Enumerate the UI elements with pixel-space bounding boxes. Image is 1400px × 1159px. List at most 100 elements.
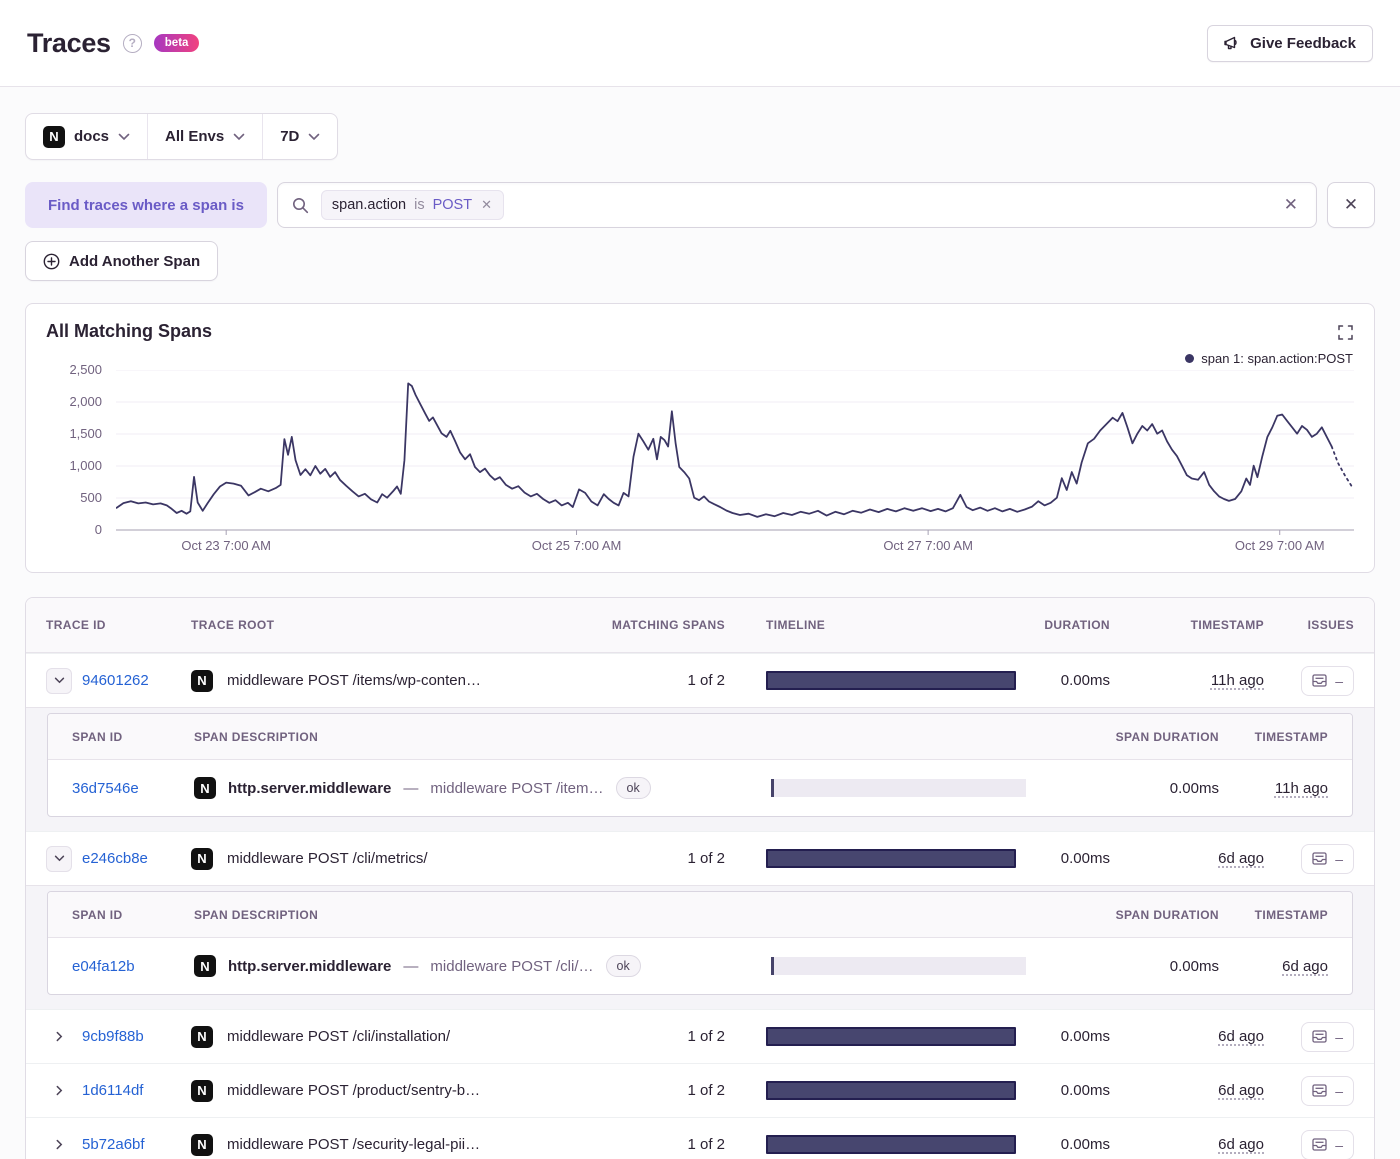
chevron-right-icon	[56, 1031, 62, 1042]
span-subtable-header: SPAN ID SPAN DESCRIPTION SPAN DURATION T…	[48, 892, 1352, 938]
span-timestamp[interactable]: 11h ago	[1275, 780, 1328, 797]
trace-timestamp[interactable]: 6d ago	[1218, 850, 1264, 867]
page-title: Traces	[27, 27, 111, 58]
chart-legend[interactable]: span 1: span.action:POST	[1185, 351, 1353, 366]
span-desc-separator: —	[403, 957, 419, 975]
issues-count-dash: –	[1335, 1136, 1343, 1153]
span-status-badge: ok	[605, 955, 641, 977]
col-trace-root: TRACE ROOT	[191, 618, 275, 632]
y-axis-label: 2,000	[69, 394, 102, 409]
filter-chip-value: POST	[432, 197, 473, 213]
issue-tray-icon	[1312, 674, 1327, 687]
col-span-duration: SPAN DURATION	[1115, 729, 1219, 744]
trace-root-text: middleware POST /product/sentry-b…	[227, 1082, 481, 1099]
filter-chip-operator: is	[414, 197, 425, 213]
issues-button[interactable]: –	[1301, 665, 1354, 696]
trace-timeline-bar[interactable]	[766, 671, 1016, 690]
trace-duration: 0.00ms	[1060, 1028, 1110, 1045]
help-icon[interactable]: ?	[122, 33, 142, 53]
span-subtable: SPAN ID SPAN DESCRIPTION SPAN DURATION T…	[47, 713, 1353, 817]
issues-button[interactable]: –	[1301, 1075, 1354, 1106]
span-timestamp[interactable]: 6d ago	[1282, 958, 1328, 975]
collapse-row-button[interactable]	[46, 845, 72, 872]
trace-timeline-bar[interactable]	[766, 1027, 1016, 1046]
nextjs-project-icon: N	[194, 955, 216, 977]
collapse-row-button[interactable]	[46, 667, 72, 694]
issues-count-dash: –	[1335, 850, 1343, 867]
add-another-span-button[interactable]: Add Another Span	[25, 241, 219, 281]
issues-button[interactable]: –	[1301, 843, 1354, 874]
traces-table: TRACE ID TRACE ROOT MATCHING SPANS TIMEL…	[25, 597, 1375, 1159]
trace-timestamp[interactable]: 6d ago	[1218, 1028, 1264, 1045]
expand-row-button[interactable]	[46, 1078, 72, 1104]
trace-timestamp[interactable]: 6d ago	[1218, 1136, 1264, 1153]
span-row: e04fa12b N http.server.middleware — midd…	[48, 938, 1352, 994]
chart-y-axis: 0 500 1,000 1,500 2,000 2,500	[46, 362, 102, 537]
span-row: 36d7546e N http.server.middleware — midd…	[48, 760, 1352, 816]
trace-timeline-bar[interactable]	[766, 1081, 1016, 1100]
span-subtable-header: SPAN ID SPAN DESCRIPTION SPAN DURATION T…	[48, 714, 1352, 760]
clear-search-icon[interactable]: ✕	[1280, 191, 1302, 219]
span-op: http.server.middleware	[228, 779, 392, 797]
spans-chart: 0 500 1,000 1,500 2,000 2,500 Oct 23 7:00 AM O…	[46, 362, 1354, 553]
chevron-down-icon	[118, 133, 130, 141]
col-duration: DURATION	[1044, 618, 1110, 632]
matching-spans-count: 1 of 2	[687, 672, 725, 689]
span-duration: 0.00ms	[1169, 779, 1219, 797]
matching-spans-count: 1 of 2	[687, 850, 725, 867]
trace-id-link[interactable]: 5b72a6bf	[82, 1136, 145, 1153]
project-selector[interactable]: N docs	[26, 114, 147, 159]
date-range-selector-label: 7D	[280, 128, 300, 145]
date-range-selector[interactable]: 7D	[262, 114, 337, 159]
issues-button[interactable]: –	[1301, 1021, 1354, 1052]
col-matching-spans: MATCHING SPANS	[611, 618, 725, 632]
y-axis-label: 1,500	[69, 426, 102, 441]
col-trace-id: TRACE ID	[46, 618, 106, 632]
expand-row-button[interactable]	[46, 1024, 72, 1050]
give-feedback-button[interactable]: Give Feedback	[1207, 24, 1373, 62]
trace-timeline-bar[interactable]	[766, 1135, 1016, 1154]
chevron-down-icon	[233, 133, 245, 141]
environment-selector[interactable]: All Envs	[147, 114, 262, 159]
span-id-link[interactable]: 36d7546e	[72, 780, 139, 797]
col-span-id: SPAN ID	[72, 729, 123, 744]
expand-row-button[interactable]	[46, 1132, 72, 1158]
trace-duration: 0.00ms	[1060, 1136, 1110, 1153]
trace-timestamp[interactable]: 6d ago	[1218, 1082, 1264, 1099]
expanded-span-zone: SPAN ID SPAN DESCRIPTION SPAN DURATION T…	[26, 885, 1374, 1009]
trace-id-link[interactable]: 1d6114df	[82, 1082, 143, 1099]
remove-filter-icon[interactable]: ✕	[480, 197, 493, 213]
table-row: 9cb9f88b N middleware POST /cli/installa…	[26, 1009, 1374, 1063]
x-axis-label: Oct 27 7:00 AM	[883, 538, 973, 553]
col-span-duration: SPAN DURATION	[1115, 907, 1219, 922]
span-timeline-tick	[771, 779, 774, 797]
span-search-input[interactable]: span.action is POST ✕ ✕	[276, 182, 1317, 228]
span-description: middleware POST /cli/…	[430, 957, 594, 975]
y-axis-label: 0	[94, 522, 102, 537]
nextjs-project-icon: N	[43, 125, 65, 148]
issues-button[interactable]: –	[1301, 1129, 1354, 1159]
span-id-link[interactable]: e04fa12b	[72, 958, 135, 975]
megaphone-icon	[1224, 35, 1241, 51]
all-matching-spans-panel: All Matching Spans span 1: span.action:P…	[25, 303, 1375, 573]
nextjs-project-icon: N	[191, 1133, 213, 1156]
trace-timeline-bar[interactable]	[766, 849, 1016, 868]
fullscreen-icon[interactable]	[1338, 325, 1353, 340]
matching-spans-count: 1 of 2	[687, 1136, 725, 1153]
span-timeline-bar[interactable]	[771, 957, 1026, 975]
trace-id-link[interactable]: e246cb8e	[82, 850, 148, 867]
delete-span-row-button[interactable]: ✕	[1327, 182, 1375, 228]
span-timeline-bar[interactable]	[771, 779, 1026, 797]
nextjs-project-icon: N	[191, 1025, 213, 1048]
chart-plot-area[interactable]: Oct 23 7:00 AM Oct 25 7:00 AM Oct 27 7:00 …	[116, 370, 1354, 553]
trace-id-link[interactable]: 9cb9f88b	[82, 1028, 144, 1045]
trace-timestamp[interactable]: 11h ago	[1211, 672, 1264, 689]
query-filter-chip[interactable]: span.action is POST ✕	[320, 190, 504, 220]
page-header: Traces ? beta Give Feedback	[0, 0, 1400, 87]
col-span-id: SPAN ID	[72, 907, 123, 922]
x-axis-label: Oct 23 7:00 AM	[181, 538, 271, 553]
col-timestamp: TIMESTAMP	[1190, 618, 1264, 632]
trace-duration: 0.00ms	[1060, 850, 1110, 867]
trace-id-link[interactable]: 94601262	[82, 672, 149, 689]
col-span-description: SPAN DESCRIPTION	[194, 907, 319, 922]
